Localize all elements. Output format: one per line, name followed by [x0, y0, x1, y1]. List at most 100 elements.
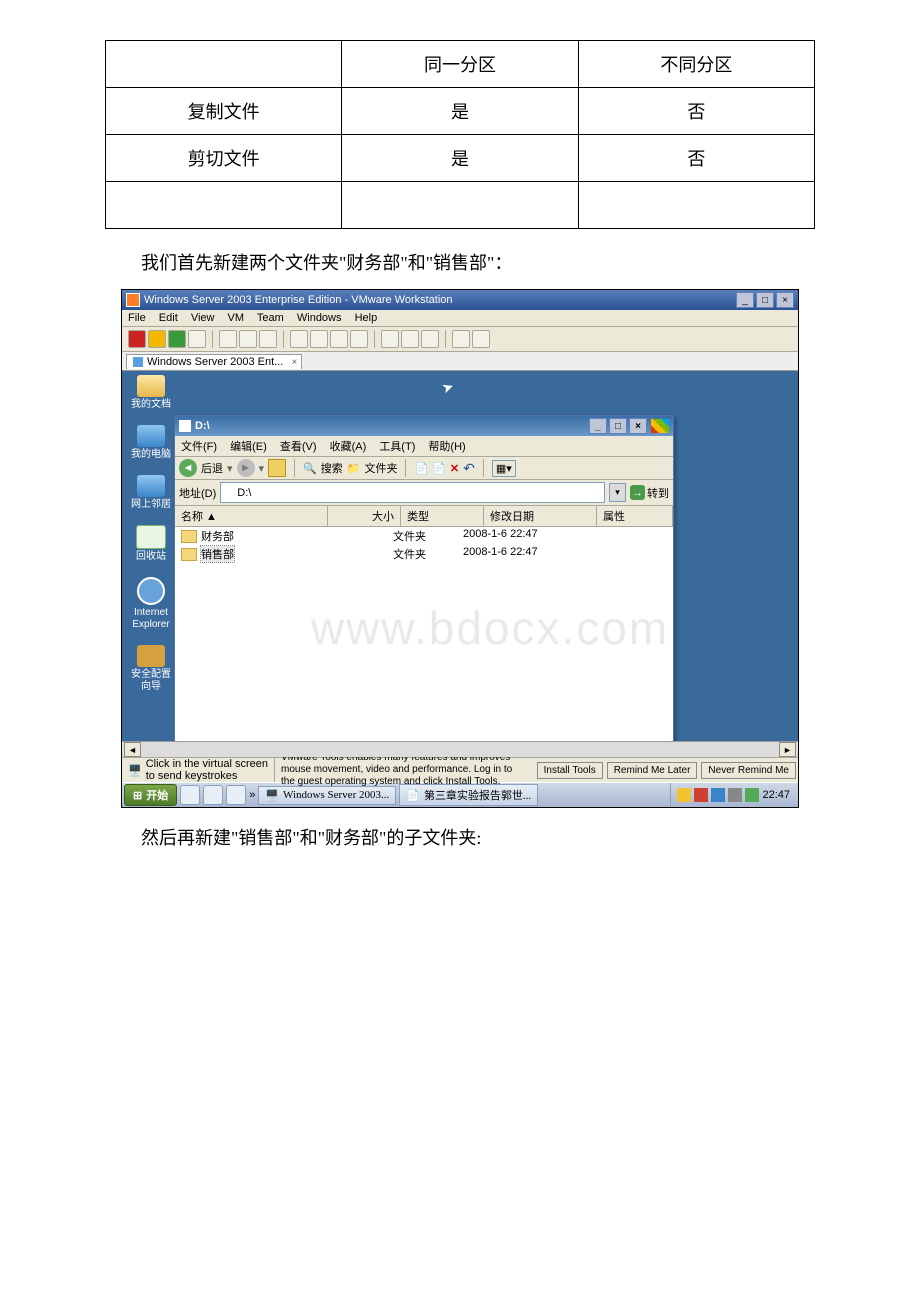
exp-menu-tools[interactable]: 工具(T)	[379, 441, 415, 453]
move-to-icon[interactable]: 📄	[432, 462, 446, 475]
back-label[interactable]: 后退	[201, 460, 223, 476]
taskbar-item[interactable]: 📄 第三章实验报告郭世...	[399, 784, 538, 806]
vmware-menubar[interactable]: File Edit View VM Team Windows Help	[122, 310, 798, 327]
forward-button[interactable]: ►	[237, 459, 255, 477]
suspend-icon[interactable]	[148, 330, 166, 348]
exp-close-button[interactable]: ×	[629, 418, 647, 434]
paragraph-2: 然后再新建"销售部"和"财务部"的子文件夹:	[105, 824, 815, 852]
revert-icon[interactable]	[239, 330, 257, 348]
exp-menu-edit[interactable]: 编辑(E)	[230, 441, 267, 453]
up-button[interactable]	[268, 459, 286, 477]
desktop-ie[interactable]: Internet Explorer	[132, 577, 169, 631]
minimize-button[interactable]: _	[736, 292, 754, 308]
scroll-right-button[interactable]: ►	[779, 742, 796, 757]
menu-windows[interactable]: Windows	[297, 312, 342, 324]
exp-menu-help[interactable]: 帮助(H)	[428, 441, 465, 453]
explorer-titlebar[interactable]: D:\ _ □ ×	[175, 416, 673, 436]
unity-icon[interactable]	[381, 330, 399, 348]
tray-clock[interactable]: 22:47	[762, 789, 790, 801]
menu-view[interactable]: View	[191, 312, 215, 324]
reset-icon[interactable]	[188, 330, 206, 348]
delete-icon[interactable]: ✕	[450, 462, 459, 475]
summary-icon[interactable]	[310, 330, 328, 348]
go-button[interactable]: → 转到	[630, 485, 669, 501]
maximize-button[interactable]: □	[756, 292, 774, 308]
guest-taskbar[interactable]: ⊞ 开始 » 🖥️ Windows Server 2003... 📄 第三章实验…	[122, 782, 798, 807]
undo-icon[interactable]: ↶	[463, 460, 475, 477]
desktop-mycomp[interactable]: 我的电脑	[131, 425, 171, 461]
close-button[interactable]: ×	[776, 292, 794, 308]
th-blank	[106, 41, 342, 88]
views-icon[interactable]: ▦▾	[492, 460, 516, 477]
scroll-left-button[interactable]: ◄	[124, 742, 141, 757]
back-button[interactable]: ◄	[179, 459, 197, 477]
system-tray[interactable]: 22:47	[670, 783, 796, 807]
menu-vm[interactable]: VM	[228, 312, 245, 324]
search-button[interactable]: 搜索	[321, 460, 343, 476]
desktop-mydoc[interactable]: 我的文档	[131, 375, 171, 411]
desktop-recycle[interactable]: 回收站	[136, 525, 166, 563]
file-list[interactable]: 名称 ▲ 大小 类型 修改日期 属性 财务部 文件夹 2008-1-6 22:4…	[175, 506, 673, 741]
fullscreen-icon[interactable]	[350, 330, 368, 348]
quicklaunch-desktop-icon[interactable]	[203, 785, 223, 805]
file-row[interactable]: 财务部 文件夹 2008-1-6 22:47	[175, 527, 673, 545]
explorer-window[interactable]: D:\ _ □ × 文件(F) 编辑(E) 查看(V) 收藏(A)	[174, 415, 674, 741]
tray-network-icon[interactable]	[711, 788, 725, 802]
remind-later-button[interactable]: Remind Me Later	[607, 762, 698, 779]
exp-menu-file[interactable]: 文件(F)	[181, 441, 217, 453]
menu-team[interactable]: Team	[257, 312, 284, 324]
exp-minimize-button[interactable]: _	[589, 418, 607, 434]
desktop-net[interactable]: 网上邻居	[131, 475, 171, 511]
quicklaunch-explorer-icon[interactable]	[226, 785, 246, 805]
power-on-icon[interactable]	[168, 330, 186, 348]
replay-icon[interactable]	[472, 330, 490, 348]
extra-icon[interactable]	[421, 330, 439, 348]
exp-menu-view[interactable]: 查看(V)	[280, 441, 317, 453]
tray-shield-icon[interactable]	[677, 788, 691, 802]
col-attr[interactable]: 属性	[597, 506, 673, 526]
tray-volume-icon[interactable]	[728, 788, 742, 802]
guest-hscrollbar[interactable]: ◄ ►	[122, 741, 798, 757]
column-headers[interactable]: 名称 ▲ 大小 类型 修改日期 属性	[175, 506, 673, 527]
menu-file[interactable]: File	[128, 312, 146, 324]
exp-menu-fav[interactable]: 收藏(A)	[330, 441, 367, 453]
record-icon[interactable]	[452, 330, 470, 348]
col-type[interactable]: 类型	[401, 506, 484, 526]
power-off-icon[interactable]	[128, 330, 146, 348]
row-date: 2008-1-6 22:47	[463, 546, 563, 562]
never-remind-button[interactable]: Never Remind Me	[701, 762, 796, 779]
status-click-hint: 🖥️ Click in the virtual screen to send k…	[122, 758, 275, 782]
quicklaunch-chevron-icon[interactable]: »	[249, 789, 255, 801]
menu-help[interactable]: Help	[355, 312, 378, 324]
copy-to-icon[interactable]: 📄	[414, 462, 428, 475]
col-name[interactable]: 名称 ▲	[175, 506, 328, 526]
vmware-titlebar[interactable]: Windows Server 2003 Enterprise Edition -…	[122, 290, 798, 310]
quickview-icon[interactable]	[401, 330, 419, 348]
exp-maximize-button[interactable]: □	[609, 418, 627, 434]
folders-button[interactable]: 文件夹	[364, 460, 397, 476]
vm-tab[interactable]: Windows Server 2003 Ent... ×	[126, 354, 302, 369]
tab-close-icon[interactable]: ×	[292, 357, 298, 368]
tray-alert-icon[interactable]	[694, 788, 708, 802]
start-button[interactable]: ⊞ 开始	[124, 784, 177, 806]
install-tools-button[interactable]: Install Tools	[537, 762, 603, 779]
snapshot-icon[interactable]	[219, 330, 237, 348]
menu-edit[interactable]: Edit	[159, 312, 178, 324]
file-row[interactable]: 销售部 文件夹 2008-1-6 22:47	[175, 545, 673, 563]
row-name: 销售部	[201, 546, 234, 562]
explorer-menubar[interactable]: 文件(F) 编辑(E) 查看(V) 收藏(A) 工具(T) 帮助(H)	[175, 436, 673, 457]
quicklaunch-ie-icon[interactable]	[180, 785, 200, 805]
vmware-tabbar: Windows Server 2003 Ent... ×	[122, 352, 798, 371]
guest-desktop[interactable]: ➤ 我的文档 我的电脑 网上邻居	[122, 371, 798, 757]
desktop-sec[interactable]: 安全配置向导	[128, 645, 174, 693]
appliance-icon[interactable]	[330, 330, 348, 348]
col-size[interactable]: 大小	[328, 506, 401, 526]
manage-snap-icon[interactable]	[259, 330, 277, 348]
col-date[interactable]: 修改日期	[484, 506, 597, 526]
address-dropdown[interactable]: ▾	[609, 483, 626, 502]
monitor-icon: 🖥️	[128, 764, 142, 777]
taskbar-item[interactable]: 🖥️ Windows Server 2003...	[258, 786, 396, 805]
show-console-icon[interactable]	[290, 330, 308, 348]
tray-misc-icon[interactable]	[745, 788, 759, 802]
address-input[interactable]: D:\	[220, 482, 605, 503]
